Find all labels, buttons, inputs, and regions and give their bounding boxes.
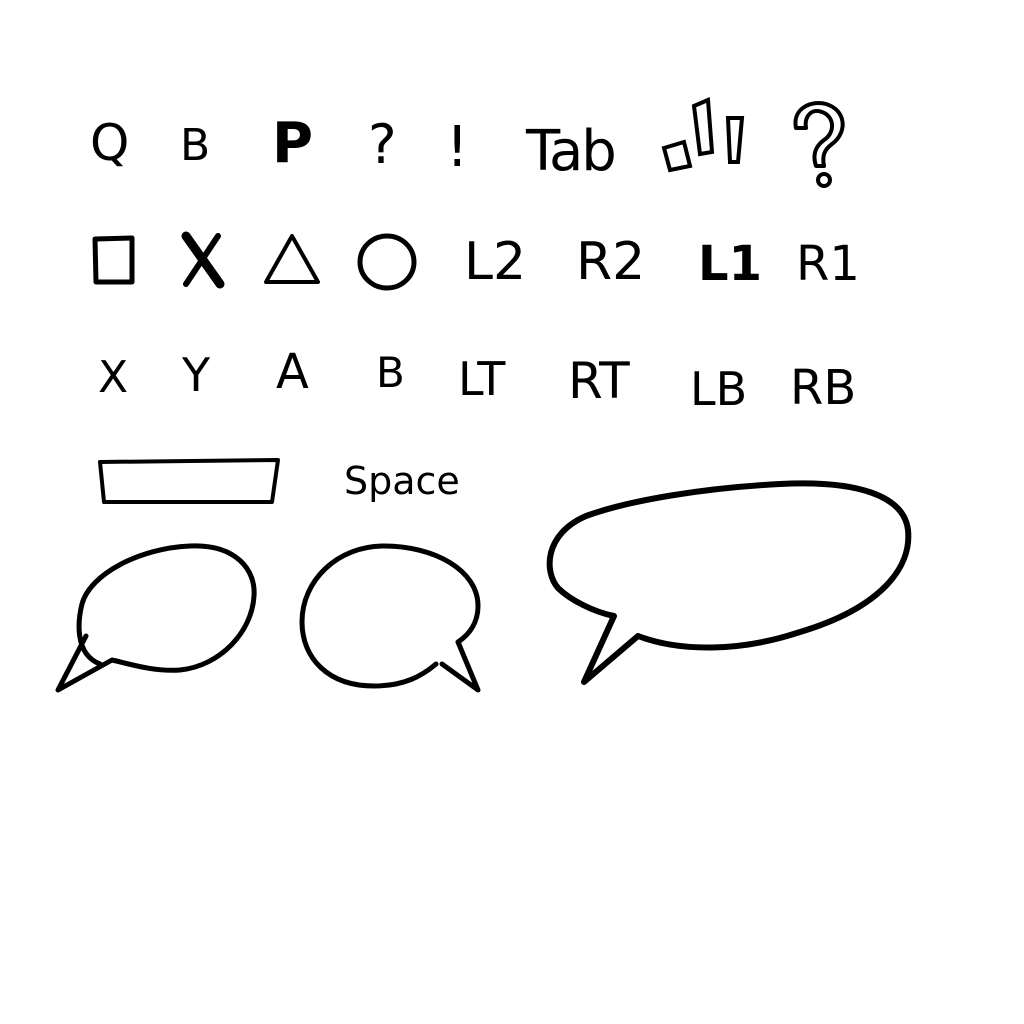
rt-button-label: RT bbox=[568, 352, 630, 410]
r2-button-label: R2 bbox=[576, 232, 646, 292]
y-button-label: Y bbox=[182, 348, 211, 402]
doodle-sheet: Q B P ? ! Tab L2 R2 L1 R1 X Y A B LT RT … bbox=[0, 0, 1024, 1024]
emphasis-lines-icon bbox=[661, 97, 745, 173]
outlined-question-mark-icon bbox=[793, 101, 845, 188]
square-button-icon bbox=[92, 235, 135, 285]
l2-button-label: L2 bbox=[464, 232, 527, 292]
letter-p: P bbox=[272, 111, 314, 176]
triangle-button-icon bbox=[264, 234, 320, 284]
rb-button-label: RB bbox=[790, 360, 857, 416]
a-button-label: A bbox=[276, 344, 309, 400]
r1-button-label: R1 bbox=[796, 236, 860, 292]
space-key-label: Space bbox=[344, 459, 460, 503]
letter-b: B bbox=[180, 120, 211, 171]
question-mark: ? bbox=[368, 113, 397, 176]
letter-q: Q bbox=[90, 114, 130, 172]
lt-button-label: LT bbox=[458, 352, 506, 406]
b-button-label: B bbox=[376, 348, 405, 397]
x-button-label: X bbox=[98, 352, 129, 403]
lb-button-label: LB bbox=[690, 362, 748, 416]
exclamation-mark: ! bbox=[446, 115, 469, 180]
circle-button-icon bbox=[357, 233, 417, 291]
spacebar-key-icon bbox=[98, 458, 280, 504]
speech-bubble-wide bbox=[546, 480, 912, 685]
speech-bubble-right-tail bbox=[299, 543, 481, 693]
l1-button-label: L1 bbox=[698, 236, 762, 292]
speech-bubble-left-tail bbox=[55, 543, 257, 693]
tab-key-label: Tab bbox=[526, 119, 617, 184]
cross-button-icon bbox=[181, 231, 225, 289]
